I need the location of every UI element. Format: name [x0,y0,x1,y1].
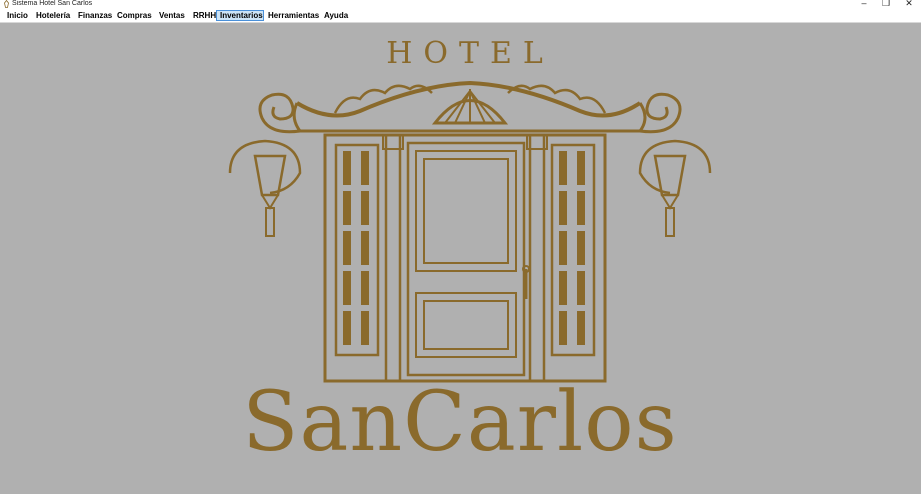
logo-brand-text: SanCarlos [242,375,678,470]
menu-herramientas[interactable]: Herramientas [265,10,322,21]
main-workspace: HOTEL SanCarlos [0,23,921,494]
window-title: Sistema Hotel San Carlos [12,0,93,7]
close-button[interactable]: ✕ [898,0,920,8]
title-bar: Sistema Hotel San Carlos – ❐ ✕ [0,0,921,9]
restore-button[interactable]: ❐ [875,0,897,8]
menu-rrhh[interactable]: RRHH [190,10,219,21]
menu-ventas[interactable]: Ventas [156,10,188,21]
menu-inventarios[interactable]: Inventarios [216,10,264,21]
hotel-logo: HOTEL SanCarlos [0,23,921,494]
menu-compras[interactable]: Compras [114,10,155,21]
menu-bar: Inicio Hotelería Finanzas Compras Ventas… [0,9,921,23]
menu-finanzas[interactable]: Finanzas [75,10,115,21]
app-icon [4,0,9,8]
menu-ayuda[interactable]: Ayuda [321,10,351,21]
menu-hoteleria[interactable]: Hotelería [33,10,73,21]
minimize-button[interactable]: – [853,0,875,8]
menu-inicio[interactable]: Inicio [4,10,31,21]
